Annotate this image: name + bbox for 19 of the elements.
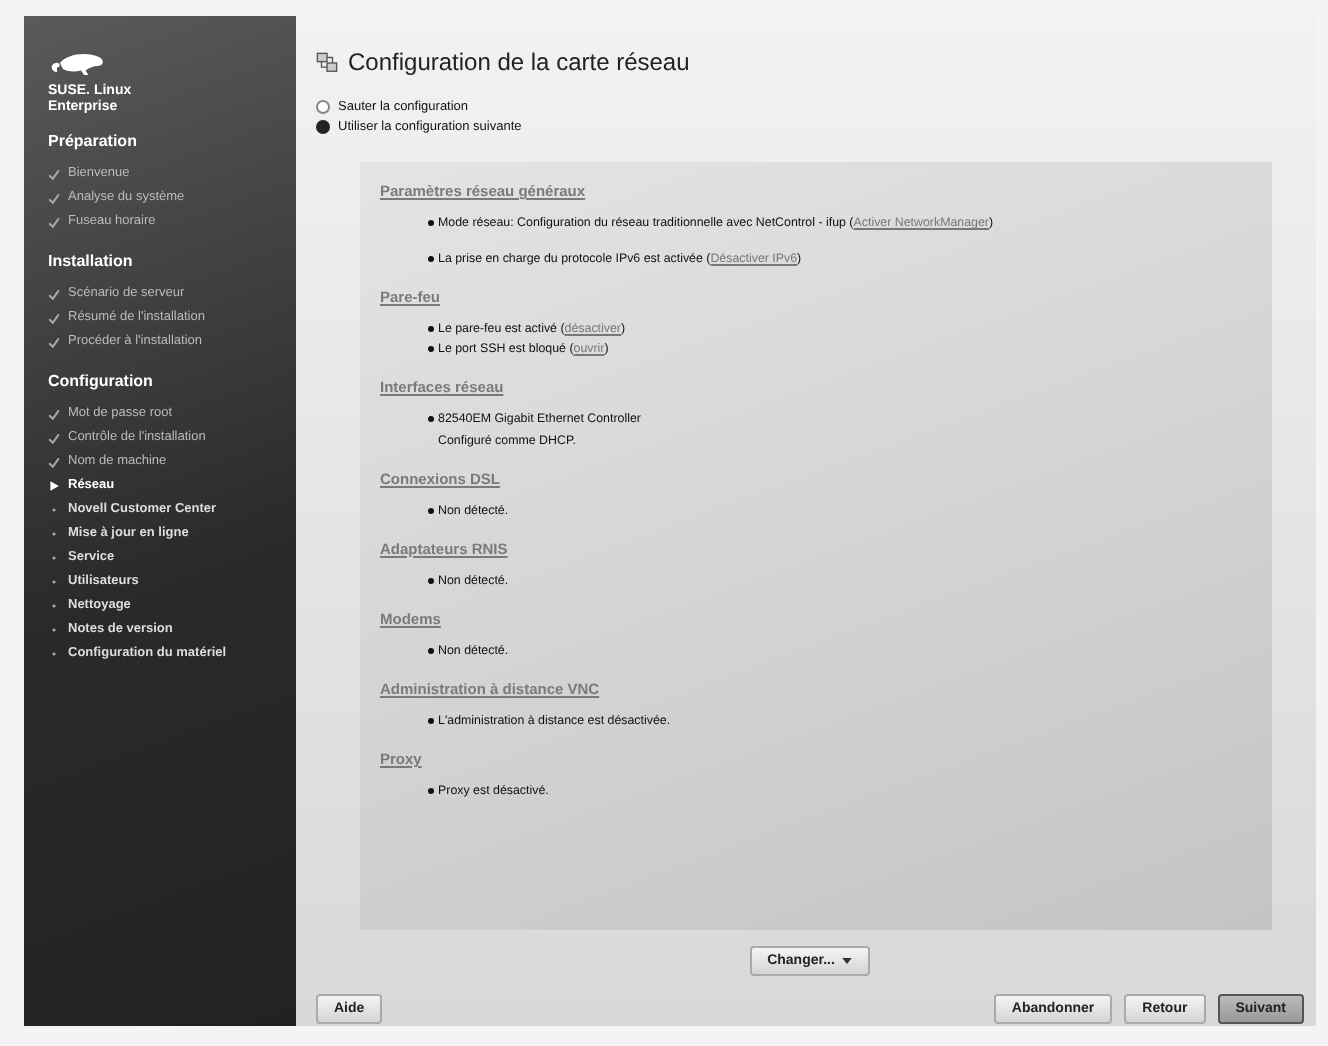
radio-button[interactable] <box>316 120 330 134</box>
bullet-icon <box>428 346 434 352</box>
bullet-icon <box>428 578 434 584</box>
page-title: Configuration de la carte réseau <box>348 48 690 76</box>
radio-button[interactable] <box>316 100 330 114</box>
network-icon <box>316 51 338 73</box>
bullet-icon <box>428 508 434 514</box>
bullet-icon <box>428 788 434 794</box>
chameleon-logo-icon <box>48 48 108 78</box>
caret-icon <box>842 958 853 964</box>
bullet-icon <box>428 648 434 654</box>
bullet-icon <box>428 326 434 332</box>
bullet-icon <box>428 718 434 724</box>
section-heading: Préparation <box>48 132 139 150</box>
section-heading: Installation <box>48 252 135 270</box>
bullet-icon <box>428 256 434 262</box>
section-heading: Configuration <box>48 372 155 390</box>
bullet-icon <box>428 220 434 226</box>
bullet-icon <box>428 416 434 422</box>
